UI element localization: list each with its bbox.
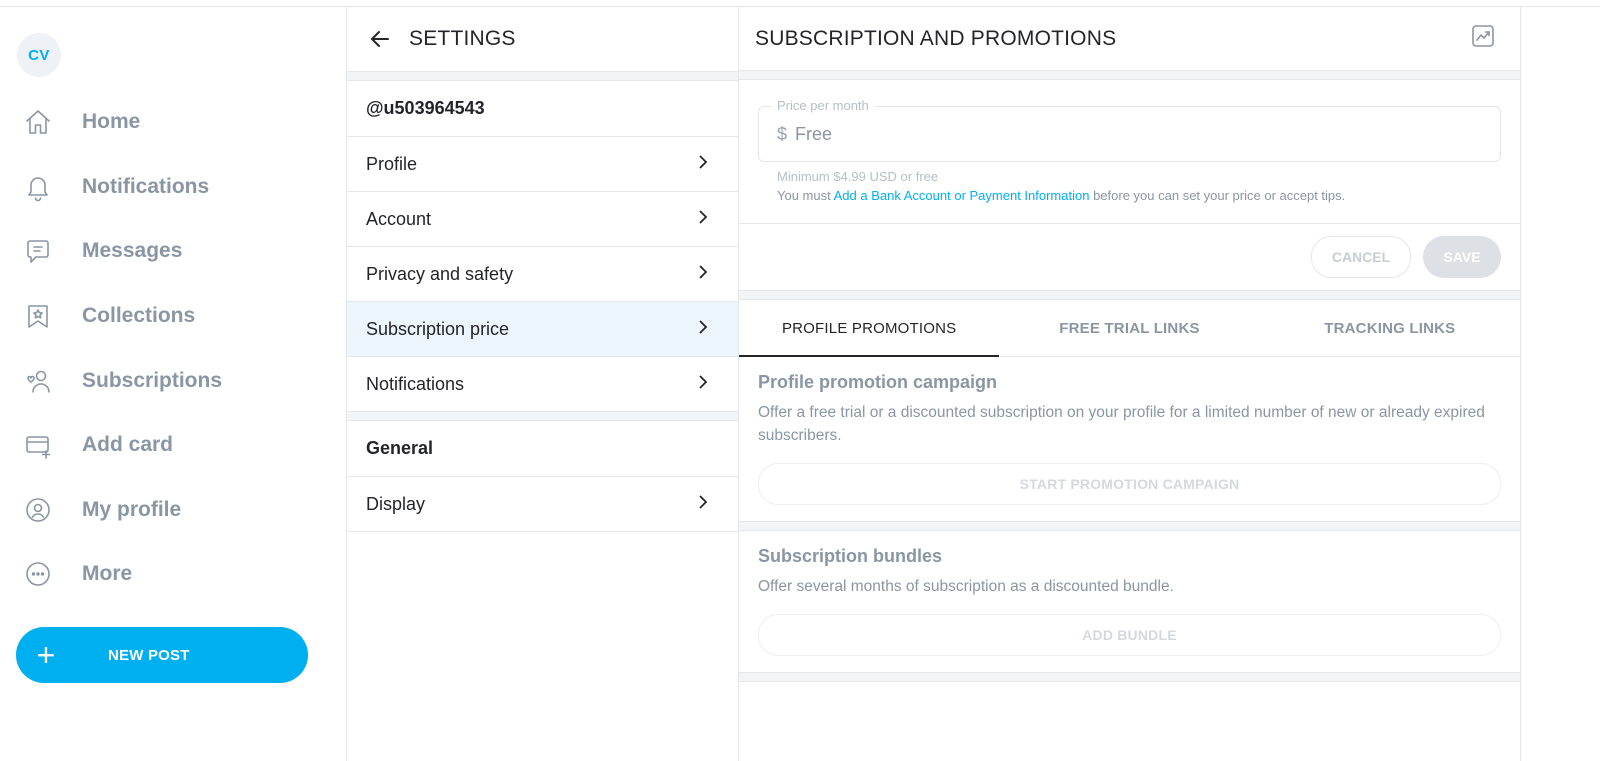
section-title: Subscription bundles: [758, 546, 943, 566]
nav-item-more[interactable]: More: [16, 550, 316, 598]
currency-symbol: $: [777, 123, 788, 144]
nav-item-notifications[interactable]: Notifications: [16, 163, 316, 211]
settings-item-display[interactable]: Display: [347, 477, 738, 532]
payment-notice-suffix: before you can set your price or accept …: [1093, 188, 1346, 203]
main-header: SUBSCRIPTION AND PROMOTIONS: [739, 7, 1520, 71]
nav-item-add-card[interactable]: Add card: [16, 421, 316, 469]
settings-item-notifications[interactable]: Notifications: [347, 357, 738, 412]
settings-item-profile[interactable]: Profile: [347, 137, 738, 192]
home-icon: [16, 100, 60, 144]
card-icon: [16, 423, 60, 467]
settings-header: SETTINGS: [347, 7, 738, 72]
nav-label: My profile: [82, 498, 182, 521]
nav-label: More: [82, 562, 133, 585]
settings-title: SETTINGS: [409, 27, 516, 50]
settings-item-label: Privacy and safety: [366, 263, 514, 284]
settings-item-label: Subscription price: [366, 318, 510, 339]
chevron-right-icon: [694, 373, 712, 396]
save-button[interactable]: SAVE: [1423, 236, 1501, 278]
chevron-right-icon: [694, 208, 712, 231]
new-post-label: NEW POST: [108, 646, 190, 664]
promotion-tabs: PROFILE PROMOTIONS FREE TRIAL LINKS TRAC…: [739, 300, 1520, 357]
subscriptions-icon: [16, 359, 60, 403]
message-icon: [16, 229, 60, 273]
nav-item-collections[interactable]: Collections: [16, 292, 316, 340]
settings-item-account[interactable]: Account: [347, 192, 738, 247]
divider: [347, 72, 738, 81]
settings-item-subscription-price[interactable]: Subscription price: [347, 302, 738, 357]
avatar[interactable]: CV: [17, 33, 61, 77]
add-bundle-button[interactable]: ADD BUNDLE: [758, 614, 1501, 656]
statistics-icon[interactable]: [1470, 23, 1496, 54]
payment-notice-prefix: You must: [777, 188, 831, 203]
price-card: Price per month $ Minimum $4.99 USD or f…: [739, 80, 1520, 224]
tab-free-trial-links[interactable]: FREE TRIAL LINKS: [999, 300, 1259, 356]
section-description: Offer a free trial or a discounted subsc…: [758, 404, 1485, 444]
settings-panel: SETTINGS @u503964543 Profile Account Pri…: [347, 7, 739, 761]
price-field-label: Price per month: [771, 98, 875, 113]
price-field[interactable]: Price per month $: [758, 98, 1501, 162]
subscription-panel: SUBSCRIPTION AND PROMOTIONS Price per mo…: [739, 7, 1521, 761]
nav-label: Home: [82, 110, 141, 133]
payment-notice: You must Add a Bank Account or Payment I…: [758, 188, 1501, 203]
chevron-right-icon: [694, 493, 712, 516]
nav-label: Messages: [82, 239, 183, 262]
settings-item-label: Display: [366, 493, 426, 514]
start-promotion-button[interactable]: START PROMOTION CAMPAIGN: [758, 463, 1501, 505]
bell-icon: [16, 165, 60, 209]
nav-item-home[interactable]: Home: [16, 98, 316, 146]
divider: [739, 291, 1520, 300]
nav-label: Collections: [82, 304, 196, 327]
divider: [347, 412, 738, 421]
nav-item-messages[interactable]: Messages: [16, 227, 316, 275]
section-title: Profile promotion campaign: [758, 372, 998, 392]
settings-item-privacy[interactable]: Privacy and safety: [347, 247, 738, 302]
settings-username[interactable]: @u503964543: [347, 81, 738, 137]
minimum-price-hint: Minimum $4.99 USD or free: [777, 169, 939, 184]
subscription-bundles-section: Subscription bundles Offer several month…: [739, 531, 1520, 672]
cancel-button[interactable]: CANCEL: [1311, 236, 1411, 278]
chevron-right-icon: [694, 153, 712, 176]
top-border: [0, 0, 1600, 7]
section-description: Offer several months of subscription as …: [758, 578, 1174, 595]
nav-item-my-profile[interactable]: My profile: [16, 486, 316, 534]
divider: [739, 672, 1520, 682]
profile-promotion-section: Profile promotion campaign Offer a free …: [739, 357, 1520, 521]
more-icon: [16, 552, 60, 596]
new-post-button[interactable]: + NEW POST: [16, 627, 308, 683]
page-title: SUBSCRIPTION AND PROMOTIONS: [755, 26, 1117, 50]
chevron-right-icon: [694, 318, 712, 341]
nav-label: Add card: [82, 433, 174, 456]
collections-icon: [16, 294, 60, 338]
chevron-right-icon: [694, 263, 712, 286]
back-arrow-icon[interactable]: [367, 26, 393, 52]
tab-profile-promotions[interactable]: PROFILE PROMOTIONS: [739, 300, 1000, 357]
nav-label: Subscriptions: [82, 369, 223, 392]
settings-item-label: Notifications: [366, 373, 465, 394]
form-actions: CANCEL SAVE: [739, 224, 1520, 291]
settings-item-label: Account: [366, 208, 432, 229]
plus-icon: +: [36, 637, 56, 673]
settings-item-label: Profile: [366, 153, 418, 174]
left-nav: CV Home Notifications Messages Collectio…: [0, 7, 347, 761]
nav-label: Notifications: [82, 175, 210, 198]
divider: [739, 521, 1520, 531]
add-bank-account-link[interactable]: Add a Bank Account or Payment Informatio…: [834, 188, 1090, 203]
price-input[interactable]: [793, 122, 1398, 146]
tab-tracking-links[interactable]: TRACKING LINKS: [1260, 300, 1520, 356]
profile-icon: [16, 488, 60, 532]
settings-section-general: General: [347, 421, 738, 477]
nav-item-subscriptions[interactable]: Subscriptions: [16, 357, 316, 405]
divider: [739, 71, 1520, 80]
